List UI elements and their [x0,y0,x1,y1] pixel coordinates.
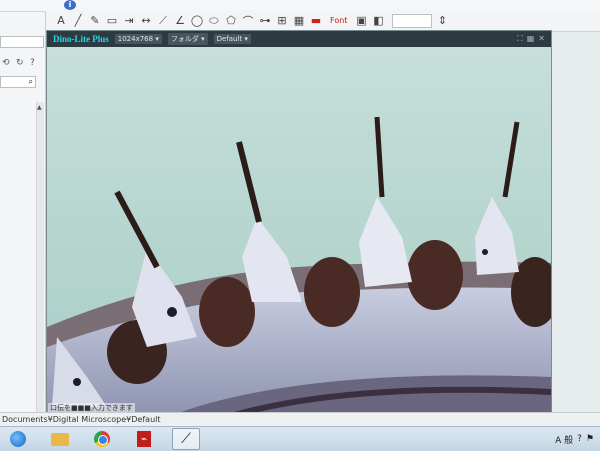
ellipse-tool-icon[interactable]: ⬭ [207,14,221,28]
chrome-button[interactable] [88,428,116,450]
size-input[interactable] [392,13,433,28]
pen-tool-icon[interactable]: ✎ [88,14,102,28]
measure-tool-icon[interactable]: ↔ [139,14,153,28]
text-tool-icon[interactable]: A [54,14,68,28]
opacity-icon[interactable]: ◧ [371,14,385,28]
grid-tool-icon[interactable]: ⊞ [275,14,289,28]
default-dropdown[interactable]: Default [213,34,251,44]
left-pane-icons: ⟲ ↻ ? [2,58,40,68]
gear-image [47,47,551,417]
info-icon[interactable]: i [64,0,76,10]
microscope-icon: ⟋ [181,431,191,447]
ruler-tool-icon[interactable]: ⊶ [258,14,272,28]
system-tray: A 般 ? ⚑ [555,433,600,446]
fullscreen-icon[interactable]: ⛶ [517,34,523,44]
explorer-button[interactable] [46,428,74,450]
microscope-viewer: Dino-Lite Plus 1024x768 フォルダ Default ⛶ ▦… [46,30,552,418]
drawing-toolbar: A ╱ ✎ ▭ ⇥ ↔ ⟋ ∠ ◯ ⬭ ⬠ ⌒ ⊶ ⊞ ▦ ▬ Font ▣ ◧… [46,10,600,32]
spin-icon[interactable]: ⇕ [435,14,449,28]
refresh-icon[interactable]: ↻ [16,58,26,68]
arc-tool-icon[interactable]: ⌒ [241,14,255,28]
viewer-titlebar: Dino-Lite Plus 1024x768 フォルダ Default ⛶ ▦… [47,31,551,47]
folder-dropdown[interactable]: フォルダ [167,33,208,45]
back-icon[interactable]: ⟲ [2,58,12,68]
acrobat-button[interactable]: ⌁ [130,428,158,450]
brand-label: Dino-Lite Plus [53,34,109,44]
ime-indicator[interactable]: A 般 [555,433,573,446]
chrome-icon [94,431,110,447]
polygon-tool-icon[interactable]: ⬠ [224,14,238,28]
start-button[interactable] [4,428,32,450]
grid-icon[interactable]: ▦ [527,34,535,44]
path-bar: Documents¥Digital Microscope¥Default [0,412,600,426]
taskbar: ⌁ ⟋ A 般 ? ⚑ [0,426,600,451]
resolution-dropdown[interactable]: 1024x768 [114,34,162,44]
line-color-icon[interactable]: ▬ [309,14,323,28]
circle-tool-icon[interactable]: ◯ [190,14,204,28]
help-icon[interactable]: ? [30,58,40,68]
line-tool-icon[interactable]: ╱ [71,14,85,28]
live-image[interactable] [47,47,551,417]
polyline-tool-icon[interactable]: ⟋ [156,14,170,28]
angle-tool-icon[interactable]: ∠ [173,14,187,28]
help-icon[interactable]: ? [577,434,582,444]
font-button[interactable]: Font [330,16,347,25]
fill-icon[interactable]: ▣ [354,14,368,28]
search-input[interactable]: ⌕ [0,76,36,88]
microscope-app-button[interactable]: ⟋ [172,428,200,450]
flag-icon[interactable]: ⚑ [586,434,594,444]
folder-dropdown[interactable] [0,36,44,48]
windows-icon [10,431,26,447]
close-icon[interactable]: ✕ [538,34,545,44]
folder-icon [51,432,69,446]
left-pane: ⟲ ↻ ? ⌕ ▲ [0,12,46,417]
scroll-up-icon[interactable]: ▲ [37,104,42,111]
rectangle-tool-icon[interactable]: ▭ [105,14,119,28]
scrollbar[interactable] [36,102,44,412]
arrow-tool-icon[interactable]: ⇥ [122,14,136,28]
acrobat-icon: ⌁ [137,431,151,447]
palette-icon[interactable]: ▦ [292,14,306,28]
